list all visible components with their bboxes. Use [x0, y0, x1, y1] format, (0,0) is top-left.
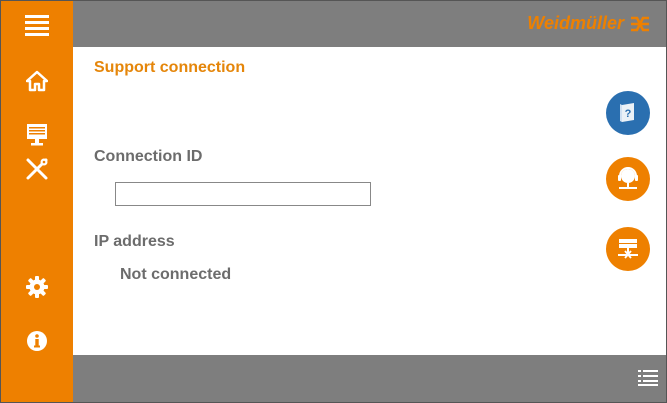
connection-id-label: Connection ID — [94, 148, 203, 165]
server-network-icon — [618, 239, 638, 259]
ip-address-value: Not connected — [120, 266, 232, 283]
footer-bar — [73, 355, 666, 402]
connection-id-input[interactable] — [115, 182, 371, 206]
home-icon — [26, 70, 48, 92]
page-title: Support connection — [94, 59, 246, 76]
monitor-icon — [27, 124, 47, 146]
gear-icon — [26, 276, 48, 298]
support-button[interactable] — [606, 157, 650, 201]
main-content: Support connection Connection ID IP addr… — [73, 47, 666, 355]
svg-text:?: ? — [625, 108, 632, 120]
list-menu-icon — [638, 370, 658, 386]
sidebar-item-tools[interactable] — [1, 147, 73, 191]
header-bar: Weidmüller — [73, 1, 666, 47]
ip-address-label: IP address — [94, 233, 175, 250]
brand-logo: Weidmüller — [527, 13, 650, 34]
brand-name: Weidmüller — [527, 13, 624, 33]
list-menu-button[interactable] — [638, 369, 658, 392]
headset-network-icon — [618, 167, 638, 189]
manual-button[interactable]: ? — [606, 91, 650, 135]
hamburger-menu-icon — [25, 15, 49, 36]
sidebar-item-info[interactable] — [1, 319, 73, 363]
sidebar — [1, 1, 73, 402]
sidebar-item-home[interactable] — [1, 59, 73, 103]
book-question-icon: ? — [620, 103, 634, 122]
hamburger-menu-button[interactable] — [1, 3, 73, 47]
sidebar-item-settings[interactable] — [1, 265, 73, 309]
network-button[interactable] — [606, 227, 650, 271]
app-window: Weidmüller Support connection Connection… — [0, 0, 667, 403]
weidmuller-logo-icon — [631, 16, 649, 31]
info-icon — [27, 331, 47, 351]
wrench-screwdriver-icon — [26, 158, 48, 180]
